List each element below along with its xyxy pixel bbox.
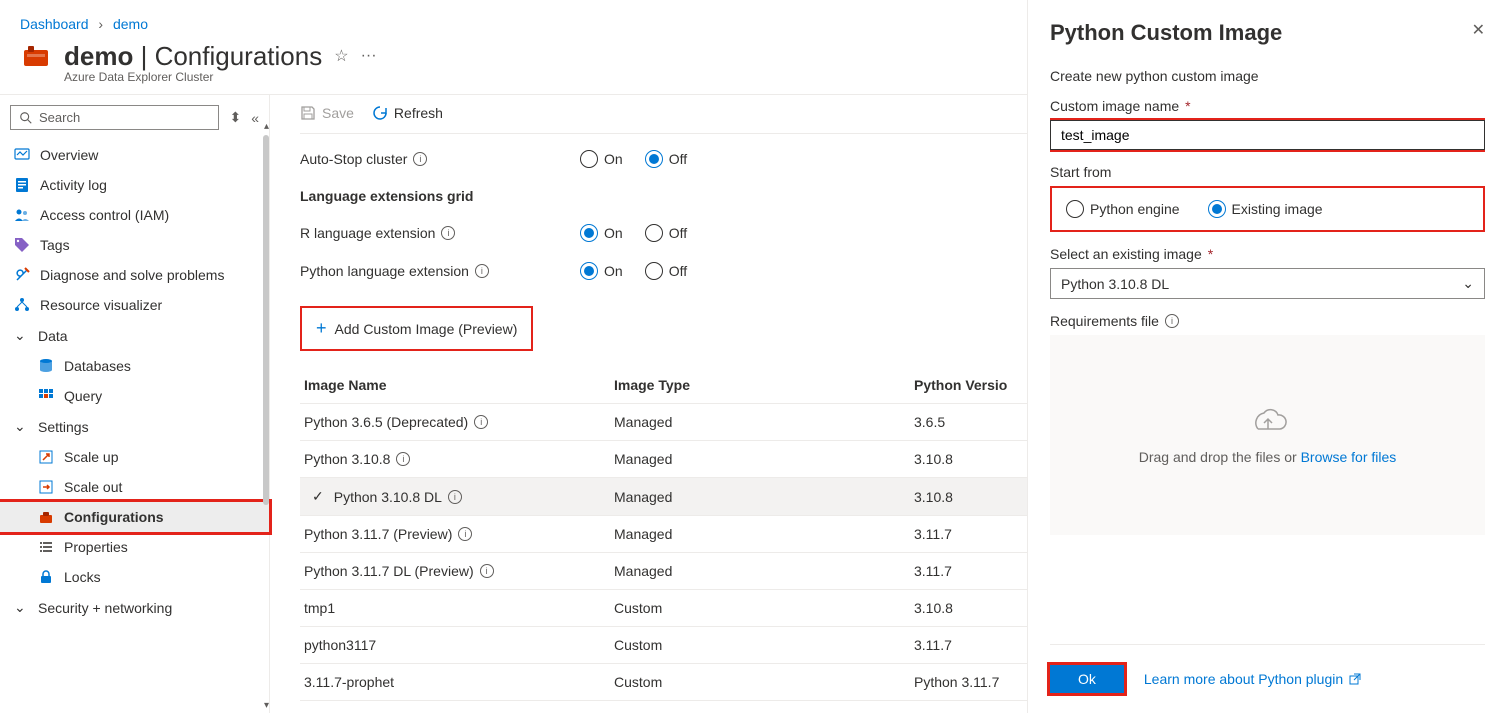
langgrid-title: Language extensions grid — [300, 188, 580, 204]
sidebar-item-query[interactable]: Query — [0, 381, 269, 411]
panel-subtitle: Create new python custom image — [1050, 68, 1485, 84]
reqfile-label: Requirements file i — [1050, 313, 1485, 329]
autostop-label: Auto-Stop cluster i — [300, 151, 580, 167]
engine-radio[interactable]: Python engine — [1066, 200, 1180, 218]
sidebar-item-overview[interactable]: Overview — [0, 140, 269, 170]
chevron-down-icon: ⌄ — [14, 418, 28, 435]
log-icon — [14, 177, 30, 193]
sidebar-item-resvis[interactable]: Resource visualizer — [0, 290, 269, 320]
breadcrumb-root[interactable]: Dashboard — [20, 16, 89, 32]
sidebar-item-scaleout[interactable]: Scale out — [0, 472, 269, 502]
col-header-name[interactable]: Image Name — [304, 377, 614, 393]
save-icon — [300, 105, 316, 121]
sidebar-item-tags[interactable]: Tags — [0, 230, 269, 260]
existing-image-select[interactable]: Python 3.10.8 DL ⌄ — [1050, 268, 1485, 299]
more-icon[interactable]: ··· — [361, 47, 377, 65]
pylang-label: Python language extension i — [300, 263, 580, 279]
scaleout-icon — [38, 479, 54, 495]
browse-link[interactable]: Browse for files — [1301, 449, 1397, 465]
autostop-off-radio[interactable]: Off — [645, 150, 687, 168]
info-icon[interactable]: i — [441, 226, 455, 240]
people-icon — [14, 207, 30, 223]
expand-icon[interactable]: ⬍ — [229, 109, 241, 126]
sidebar-item-configurations[interactable]: Configurations — [0, 502, 269, 532]
info-icon[interactable]: i — [448, 490, 462, 504]
sidebar-item-locks[interactable]: Locks — [0, 562, 269, 592]
sidebar-item-iam[interactable]: Access control (IAM) — [0, 200, 269, 230]
pylang-off-radio[interactable]: Off — [645, 262, 687, 280]
cluster-icon — [20, 40, 52, 72]
info-icon[interactable]: i — [458, 527, 472, 541]
existing-radio[interactable]: Existing image — [1208, 200, 1323, 218]
rlang-on-radio[interactable]: On — [580, 224, 623, 242]
properties-icon — [38, 539, 54, 555]
sidebar-item-diagnose[interactable]: Diagnose and solve problems — [0, 260, 269, 290]
scroll-up-icon[interactable]: ▴ — [264, 121, 269, 132]
info-icon[interactable]: i — [480, 564, 494, 578]
external-link-icon — [1349, 673, 1361, 685]
search-input[interactable]: Search — [10, 105, 219, 130]
info-icon[interactable]: i — [474, 415, 488, 429]
scaleup-icon — [38, 449, 54, 465]
scroll-down-icon[interactable]: ▾ — [264, 700, 269, 711]
startfrom-group: Python engine Existing image — [1050, 186, 1485, 232]
close-icon[interactable]: ✕ — [1472, 20, 1485, 40]
graph-icon — [14, 297, 30, 313]
collapse-sidebar-icon[interactable]: « — [251, 110, 259, 126]
learn-more-link[interactable]: Learn more about Python plugin — [1144, 671, 1361, 687]
chevron-down-icon: ⌄ — [14, 327, 28, 344]
custom-image-panel: Python Custom Image ✕ Create new python … — [1027, 0, 1507, 713]
refresh-button[interactable]: Refresh — [372, 105, 443, 121]
check-icon: ✓ — [312, 488, 324, 505]
requirements-dropzone[interactable]: Drag and drop the files or Browse for fi… — [1050, 335, 1485, 535]
selectimg-label: Select an existing image* — [1050, 246, 1485, 262]
search-icon — [19, 111, 33, 125]
lock-icon — [38, 569, 54, 585]
breadcrumb-current[interactable]: demo — [113, 16, 148, 32]
image-name-input[interactable] — [1050, 120, 1485, 150]
name-label: Custom image name* — [1050, 98, 1485, 114]
upload-icon — [1248, 405, 1288, 437]
chevron-down-icon: ⌄ — [1462, 275, 1474, 292]
overview-icon — [14, 147, 30, 163]
info-icon[interactable]: i — [413, 152, 427, 166]
panel-title: Python Custom Image — [1050, 20, 1282, 46]
sidebar-item-scaleup[interactable]: Scale up — [0, 442, 269, 472]
col-header-type[interactable]: Image Type — [614, 377, 914, 393]
wrench-icon — [14, 267, 30, 283]
plus-icon: + — [316, 318, 327, 339]
info-icon[interactable]: i — [1165, 314, 1179, 328]
autostop-on-radio[interactable]: On — [580, 150, 623, 168]
sidebar-item-activity[interactable]: Activity log — [0, 170, 269, 200]
pylang-on-radio[interactable]: On — [580, 262, 623, 280]
save-button: Save — [300, 105, 354, 121]
startfrom-label: Start from — [1050, 164, 1485, 180]
sidebar-item-properties[interactable]: Properties — [0, 532, 269, 562]
scrollbar[interactable] — [263, 135, 269, 505]
sidebar-group-settings[interactable]: ⌄ Settings — [0, 411, 269, 442]
tag-icon — [14, 237, 30, 253]
toolbox-icon — [38, 509, 54, 525]
query-icon — [38, 388, 54, 404]
info-icon[interactable]: i — [396, 452, 410, 466]
database-icon — [38, 358, 54, 374]
sidebar-group-data[interactable]: ⌄ Data — [0, 320, 269, 351]
ok-button[interactable]: Ok — [1050, 665, 1124, 693]
sidebar-item-databases[interactable]: Databases — [0, 351, 269, 381]
refresh-icon — [372, 105, 388, 121]
add-custom-image-button[interactable]: + Add Custom Image (Preview) — [300, 306, 533, 351]
info-icon[interactable]: i — [475, 264, 489, 278]
favorite-icon[interactable]: ☆ — [334, 46, 348, 66]
page-title: demo | Configurations — [64, 41, 322, 71]
sidebar-group-security[interactable]: ⌄ Security + networking — [0, 592, 269, 623]
breadcrumb-sep: › — [98, 16, 103, 32]
sidebar: Search ⬍ « Overview Activity log Access … — [0, 95, 270, 713]
rlang-off-radio[interactable]: Off — [645, 224, 687, 242]
chevron-down-icon: ⌄ — [14, 599, 28, 616]
rlang-label: R language extension i — [300, 225, 580, 241]
